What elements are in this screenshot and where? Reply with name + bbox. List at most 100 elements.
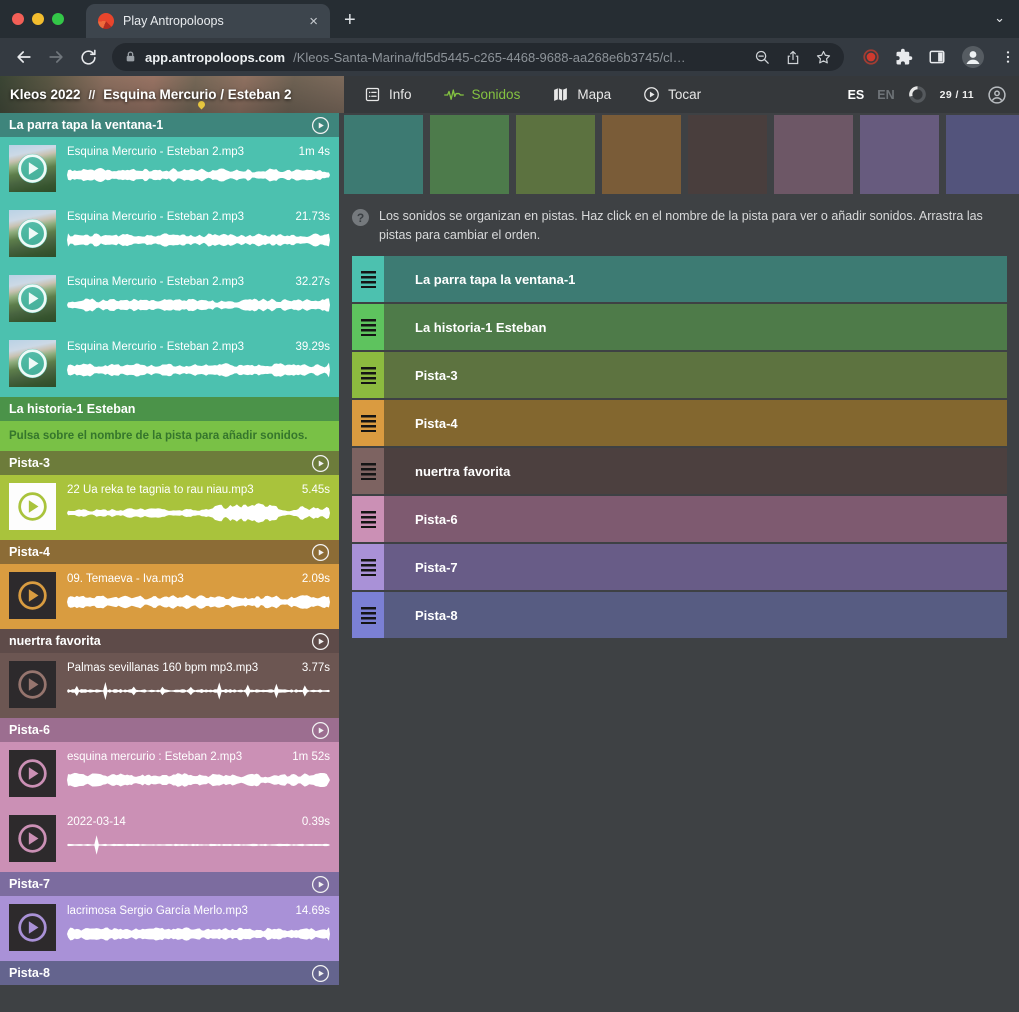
extensions-puzzle-icon[interactable] [895, 48, 913, 66]
share-icon[interactable] [785, 49, 801, 66]
drag-handle[interactable] [352, 544, 384, 590]
clip-play-icon[interactable] [16, 668, 49, 701]
clip-waveform[interactable] [67, 590, 330, 614]
clip-thumbnail[interactable] [9, 572, 56, 619]
drag-handle[interactable] [352, 448, 384, 494]
clip-thumbnail[interactable] [9, 340, 56, 387]
clip-waveform[interactable] [67, 358, 330, 382]
clip-waveform[interactable] [67, 768, 330, 792]
clip-waveform[interactable] [67, 833, 330, 857]
clip-waveform[interactable] [67, 293, 330, 317]
clip-waveform[interactable] [67, 679, 330, 703]
main-track-row[interactable]: Pista-6 [352, 496, 1007, 542]
track-play-button[interactable] [311, 454, 330, 473]
window-zoom-button[interactable] [52, 13, 64, 25]
reload-icon[interactable] [74, 43, 102, 71]
tab-search-chevron-icon[interactable]: ⌄ [994, 10, 1005, 26]
clip-play-icon[interactable] [16, 757, 49, 790]
audio-clip[interactable]: Esquina Mercurio - Esteban 2.mp3 39.29s [0, 332, 339, 397]
main-track-row[interactable]: Pista-7 [352, 544, 1007, 590]
main-track-row[interactable]: La historia-1 Esteban [352, 304, 1007, 350]
audio-clip[interactable]: 22 Ua reka te tagnia to rau niau.mp3 5.4… [0, 475, 339, 540]
window-minimize-button[interactable] [32, 13, 44, 25]
clip-thumbnail[interactable] [9, 275, 56, 322]
browser-menu-icon[interactable] [1000, 48, 1016, 66]
clip-thumbnail[interactable] [9, 661, 56, 708]
audio-clip[interactable]: 2022-03-14 0.39s [0, 807, 339, 872]
clip-play-icon[interactable] [16, 152, 49, 185]
track-play-button[interactable] [311, 964, 330, 983]
track-header[interactable]: nuertra favorita [0, 629, 339, 653]
zoom-out-icon[interactable] [754, 49, 771, 66]
track-play-button[interactable] [311, 632, 330, 651]
main-track-bar[interactable]: Pista-4 [384, 400, 1007, 446]
audio-clip[interactable]: Palmas sevillanas 160 bpm mp3.mp3 3.77s [0, 653, 339, 718]
clip-thumbnail[interactable] [9, 815, 56, 862]
main-track-row[interactable]: Pista-4 [352, 400, 1007, 446]
new-tab-button[interactable]: + [344, 9, 356, 38]
account-icon[interactable] [987, 85, 1007, 105]
track-header[interactable]: Pista-4 [0, 540, 339, 564]
clip-waveform[interactable] [67, 501, 330, 525]
clip-play-icon[interactable] [16, 822, 49, 855]
main-track-row[interactable]: Pista-3 [352, 352, 1007, 398]
audio-clip[interactable]: Esquina Mercurio - Esteban 2.mp3 21.73s [0, 202, 339, 267]
main-track-row[interactable]: La parra tapa la ventana-1 [352, 256, 1007, 302]
clip-thumbnail[interactable] [9, 904, 56, 951]
track-play-button[interactable] [311, 721, 330, 740]
audio-clip[interactable]: Esquina Mercurio - Esteban 2.mp3 32.27s [0, 267, 339, 332]
clip-waveform[interactable] [67, 228, 330, 252]
language-en-button[interactable]: EN [877, 88, 894, 102]
track-play-button[interactable] [311, 875, 330, 894]
main-track-bar[interactable]: Pista-6 [384, 496, 1007, 542]
drag-handle[interactable] [352, 400, 384, 446]
clip-play-icon[interactable] [16, 282, 49, 315]
main-track-bar[interactable]: La historia-1 Esteban [384, 304, 1007, 350]
clip-play-icon[interactable] [16, 579, 49, 612]
main-track-bar[interactable]: La parra tapa la ventana-1 [384, 256, 1007, 302]
clip-thumbnail[interactable] [9, 145, 56, 192]
breadcrumb[interactable]: Kleos 2022 // Esquina Mercurio / Esteban… [0, 76, 344, 113]
profile-avatar-icon[interactable] [961, 45, 985, 69]
clip-thumbnail[interactable] [9, 750, 56, 797]
side-panel-icon[interactable] [928, 48, 946, 66]
audio-clip[interactable]: 09. Temaeva - Iva.mp3 2.09s [0, 564, 339, 629]
window-close-button[interactable] [12, 13, 24, 25]
main-track-bar[interactable]: nuertra favorita [384, 448, 1007, 494]
audio-clip[interactable]: esquina mercurio : Esteban 2.mp3 1m 52s [0, 742, 339, 807]
track-play-button[interactable] [311, 116, 330, 135]
breadcrumb-project[interactable]: Kleos 2022 [10, 87, 81, 102]
track-header[interactable]: Pista-8 [0, 961, 339, 985]
clip-waveform[interactable] [67, 163, 330, 187]
clip-play-icon[interactable] [16, 217, 49, 250]
clip-waveform[interactable] [67, 922, 330, 946]
drag-handle[interactable] [352, 304, 384, 350]
drag-handle[interactable] [352, 496, 384, 542]
bookmark-star-icon[interactable] [815, 49, 832, 66]
clip-thumbnail[interactable] [9, 210, 56, 257]
nav-tab-sonidos[interactable]: Sonidos [444, 87, 521, 103]
nav-tab-info[interactable]: Info [364, 86, 412, 103]
main-track-bar[interactable]: Pista-7 [384, 544, 1007, 590]
clip-play-icon[interactable] [16, 490, 49, 523]
main-track-row[interactable]: Pista-8 [352, 592, 1007, 638]
track-header[interactable]: Pista-7 [0, 872, 339, 896]
forward-icon[interactable] [42, 43, 70, 71]
track-header[interactable]: La parra tapa la ventana-1 [0, 113, 339, 137]
track-header[interactable]: Pista-6 [0, 718, 339, 742]
clip-thumbnail[interactable] [9, 483, 56, 530]
back-icon[interactable] [10, 43, 38, 71]
main-track-bar[interactable]: Pista-8 [384, 592, 1007, 638]
audio-clip[interactable]: Esquina Mercurio - Esteban 2.mp3 1m 4s [0, 137, 339, 202]
nav-tab-tocar[interactable]: Tocar [643, 86, 701, 103]
clip-play-icon[interactable] [16, 911, 49, 944]
clip-play-icon[interactable] [16, 347, 49, 380]
track-play-button[interactable] [311, 543, 330, 562]
drag-handle[interactable] [352, 352, 384, 398]
nav-tab-mapa[interactable]: Mapa [552, 86, 611, 103]
main-track-bar[interactable]: Pista-3 [384, 352, 1007, 398]
drag-handle[interactable] [352, 256, 384, 302]
record-indicator-icon[interactable] [862, 48, 880, 66]
tab-close-icon[interactable]: × [309, 14, 318, 29]
track-header[interactable]: La historia-1 Esteban [0, 397, 339, 421]
